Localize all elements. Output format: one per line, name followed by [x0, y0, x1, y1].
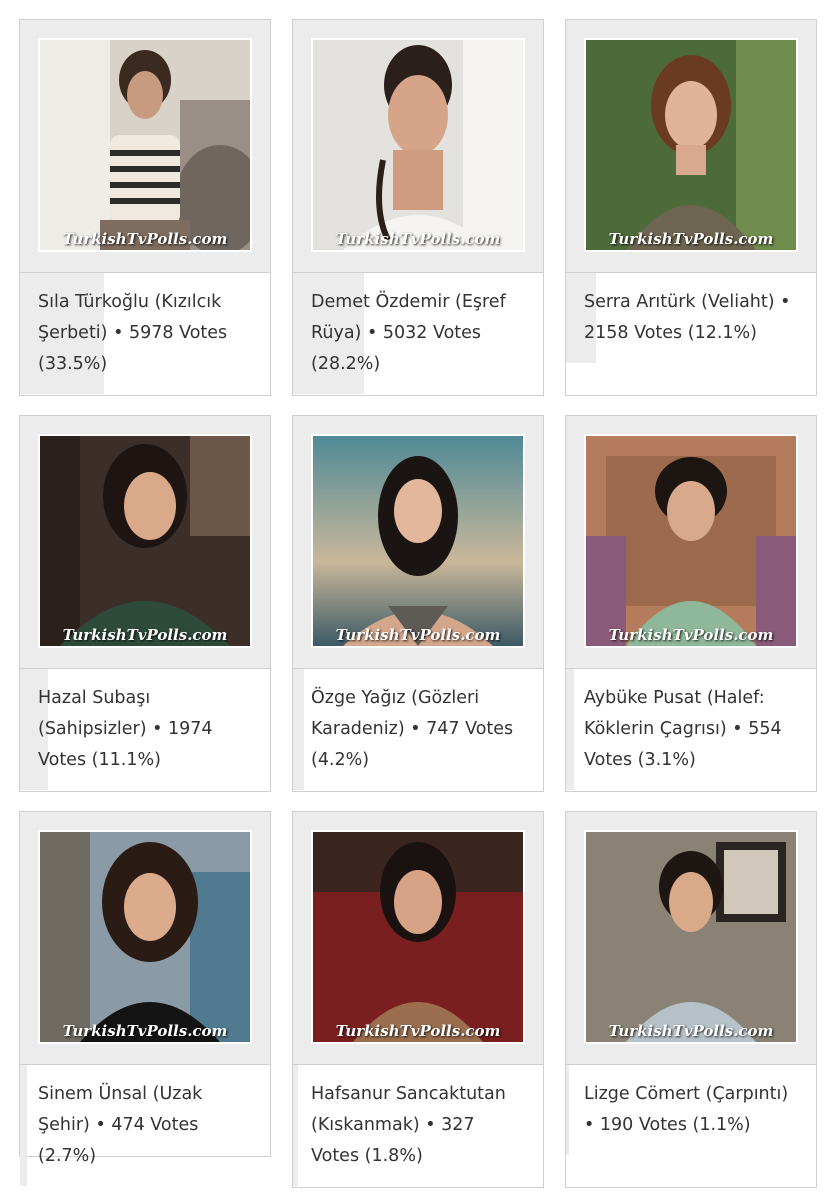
poll-option-card[interactable]: TurkishTvPolls.com Demet Özdemir (Eşref … [292, 19, 544, 396]
photo-area: TurkishTvPolls.com [566, 416, 816, 669]
bullet-separator: • [732, 719, 743, 739]
photo-area: TurkishTvPolls.com [293, 20, 543, 273]
watermark: TurkishTvPolls.com [608, 626, 774, 644]
show-title: (Kıskanmak) [311, 1115, 420, 1135]
photo-area: TurkishTvPolls.com [293, 812, 543, 1065]
vote-share-bar [566, 1065, 569, 1155]
poll-option-card[interactable]: TurkishTvPolls.com Hafsanur Sancaktutan … [292, 811, 544, 1188]
photo-area: TurkishTvPolls.com [20, 20, 270, 273]
show-title: (Veliaht) [701, 292, 775, 312]
actress-name: Sıla Türkoğlu [38, 292, 149, 312]
bullet-separator: • [425, 1115, 436, 1135]
bullet-separator: • [152, 719, 163, 739]
watermark: TurkishTvPolls.com [608, 230, 774, 248]
bullet-separator: • [113, 323, 124, 343]
actress-name: Sinem Ünsal [38, 1084, 148, 1104]
result-info: Sıla Türkoğlu (Kızılcık Şerbeti) • 5978 … [20, 273, 270, 394]
actress-name: Hafsanur Sancaktutan [311, 1084, 506, 1104]
vote-count: 190 Votes [599, 1115, 687, 1135]
watermark: TurkishTvPolls.com [62, 1022, 228, 1040]
bullet-separator: • [780, 292, 791, 312]
vote-share-bar [20, 1065, 27, 1186]
actress-photo: TurkishTvPolls.com [586, 40, 796, 250]
vote-percent: (2.7%) [38, 1146, 97, 1166]
actress-name: Demet Özdemir [311, 292, 450, 312]
result-info: Demet Özdemir (Eşref Rüya) • 5032 Votes … [293, 273, 543, 394]
actress-photo: TurkishTvPolls.com [313, 832, 523, 1042]
poll-option-card[interactable]: TurkishTvPolls.com Özge Yağız (Gözleri K… [292, 415, 544, 792]
result-info: Sinem Ünsal (Uzak Şehir) • 474 Votes (2.… [20, 1065, 270, 1186]
vote-count: 5032 Votes [382, 323, 482, 343]
show-title: (Sahipsizler) [38, 719, 147, 739]
photo-area: TurkishTvPolls.com [20, 416, 270, 669]
vote-percent: (1.8%) [364, 1146, 423, 1166]
watermark: TurkishTvPolls.com [335, 1022, 501, 1040]
actress-photo: TurkishTvPolls.com [313, 40, 523, 250]
bullet-separator: • [366, 323, 378, 343]
bullet-separator: • [584, 1115, 595, 1135]
actress-photo: TurkishTvPolls.com [586, 436, 796, 646]
vote-percent: (1.1%) [692, 1115, 751, 1135]
result-info: Serra Arıtürk (Veliaht) • 2158 Votes (12… [566, 273, 816, 363]
vote-percent: (3.1%) [637, 750, 696, 770]
poll-option-card[interactable]: TurkishTvPolls.com Sıla Türkoğlu (Kızılc… [19, 19, 271, 396]
vote-share-bar [566, 669, 574, 790]
vote-share-bar [293, 1065, 298, 1186]
bullet-separator: • [410, 719, 421, 739]
actress-photo: TurkishTvPolls.com [313, 436, 523, 646]
poll-option-card[interactable]: TurkishTvPolls.com Sinem Ünsal (Uzak Şeh… [19, 811, 271, 1186]
watermark: TurkishTvPolls.com [335, 626, 501, 644]
poll-option-card[interactable]: TurkishTvPolls.com Aybüke Pusat (Halef: … [565, 415, 817, 792]
poll-option-card[interactable]: TurkishTvPolls.com Hazal Subaşı (Sahipsi… [19, 415, 271, 792]
actress-name: Özge Yağız [311, 688, 406, 708]
vote-count: 747 Votes [426, 719, 514, 739]
photo-area: TurkishTvPolls.com [566, 812, 816, 1065]
photo-area: TurkishTvPolls.com [20, 812, 270, 1065]
poll-results-grid: TurkishTvPolls.com Sıla Türkoğlu (Kızılc… [0, 0, 835, 1200]
actress-photo: TurkishTvPolls.com [40, 40, 250, 250]
vote-count: 5978 Votes [128, 323, 228, 343]
result-info: Aybüke Pusat (Halef: Köklerin Çagrısı) •… [566, 669, 816, 790]
vote-percent: (11.1%) [91, 750, 161, 770]
actress-name: Hazal Subaşı [38, 688, 151, 708]
actress-name: Serra Arıtürk [584, 292, 696, 312]
result-info: Hazal Subaşı (Sahipsizler) • 1974 Votes … [20, 669, 270, 790]
poll-option-card[interactable]: TurkishTvPolls.com Serra Arıtürk (Veliah… [565, 19, 817, 396]
vote-percent: (28.2%) [311, 354, 381, 374]
vote-percent: (4.2%) [311, 750, 370, 770]
vote-count: 2158 Votes [584, 323, 683, 343]
show-title: (Çarpıntı) [705, 1084, 789, 1104]
vote-percent: (12.1%) [687, 323, 757, 343]
photo-area: TurkishTvPolls.com [566, 20, 816, 273]
vote-share-bar [293, 669, 304, 790]
photo-area: TurkishTvPolls.com [293, 416, 543, 669]
actress-name: Aybüke Pusat [584, 688, 702, 708]
watermark: TurkishTvPolls.com [335, 230, 501, 248]
vote-count: 474 Votes [111, 1115, 199, 1135]
actress-name: Lizge Cömert [584, 1084, 701, 1104]
vote-percent: (33.5%) [38, 354, 108, 374]
poll-option-card[interactable]: TurkishTvPolls.com Lizge Cömert (Çarpınt… [565, 811, 817, 1188]
watermark: TurkishTvPolls.com [62, 626, 228, 644]
actress-photo: TurkishTvPolls.com [40, 832, 250, 1042]
bullet-separator: • [95, 1115, 106, 1135]
actress-photo: TurkishTvPolls.com [586, 832, 796, 1042]
watermark: TurkishTvPolls.com [62, 230, 228, 248]
watermark: TurkishTvPolls.com [608, 1022, 774, 1040]
result-info: Özge Yağız (Gözleri Karadeniz) • 747 Vot… [293, 669, 543, 790]
result-info: Hafsanur Sancaktutan (Kıskanmak) • 327 V… [293, 1065, 543, 1186]
actress-photo: TurkishTvPolls.com [40, 436, 250, 646]
result-info: Lizge Cömert (Çarpıntı) • 190 Votes (1.1… [566, 1065, 816, 1155]
